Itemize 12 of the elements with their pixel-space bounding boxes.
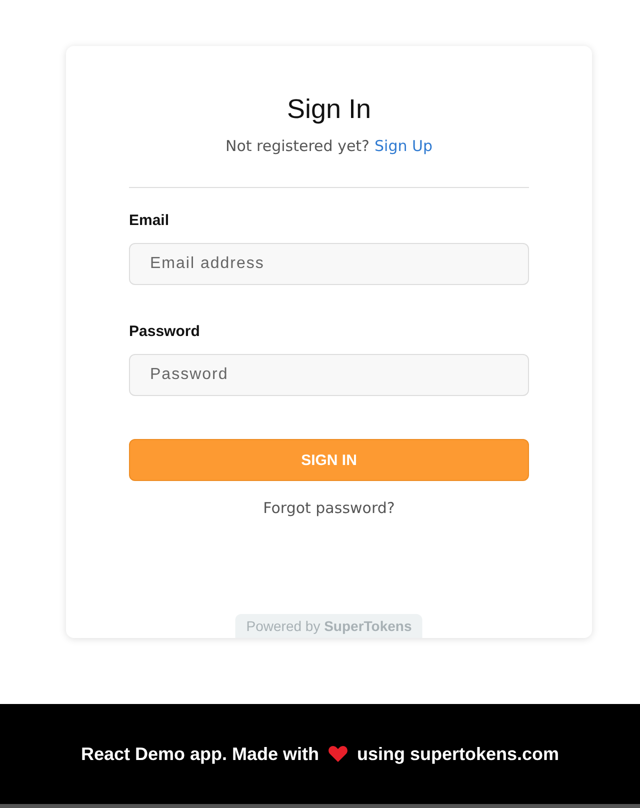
input-field[interactable]: Password [129,354,529,396]
input-field[interactable]: Email address [129,243,529,285]
powered-by-badge: Powered by SuperTokens [235,614,423,638]
footer-text: React Demo app. Made with [80,744,319,764]
sign-up-link[interactable]: Sign Up [374,137,433,155]
footer-text: using supertokens.com [357,744,560,764]
forgot-password-link[interactable]: Forgot password? [263,499,395,517]
field-label: Email [129,212,170,229]
heart-icon [328,745,348,763]
subtitle-text: Not registered yet? [225,137,370,155]
field-label: Password [129,323,201,340]
sign-in-title: Sign In [286,93,372,126]
